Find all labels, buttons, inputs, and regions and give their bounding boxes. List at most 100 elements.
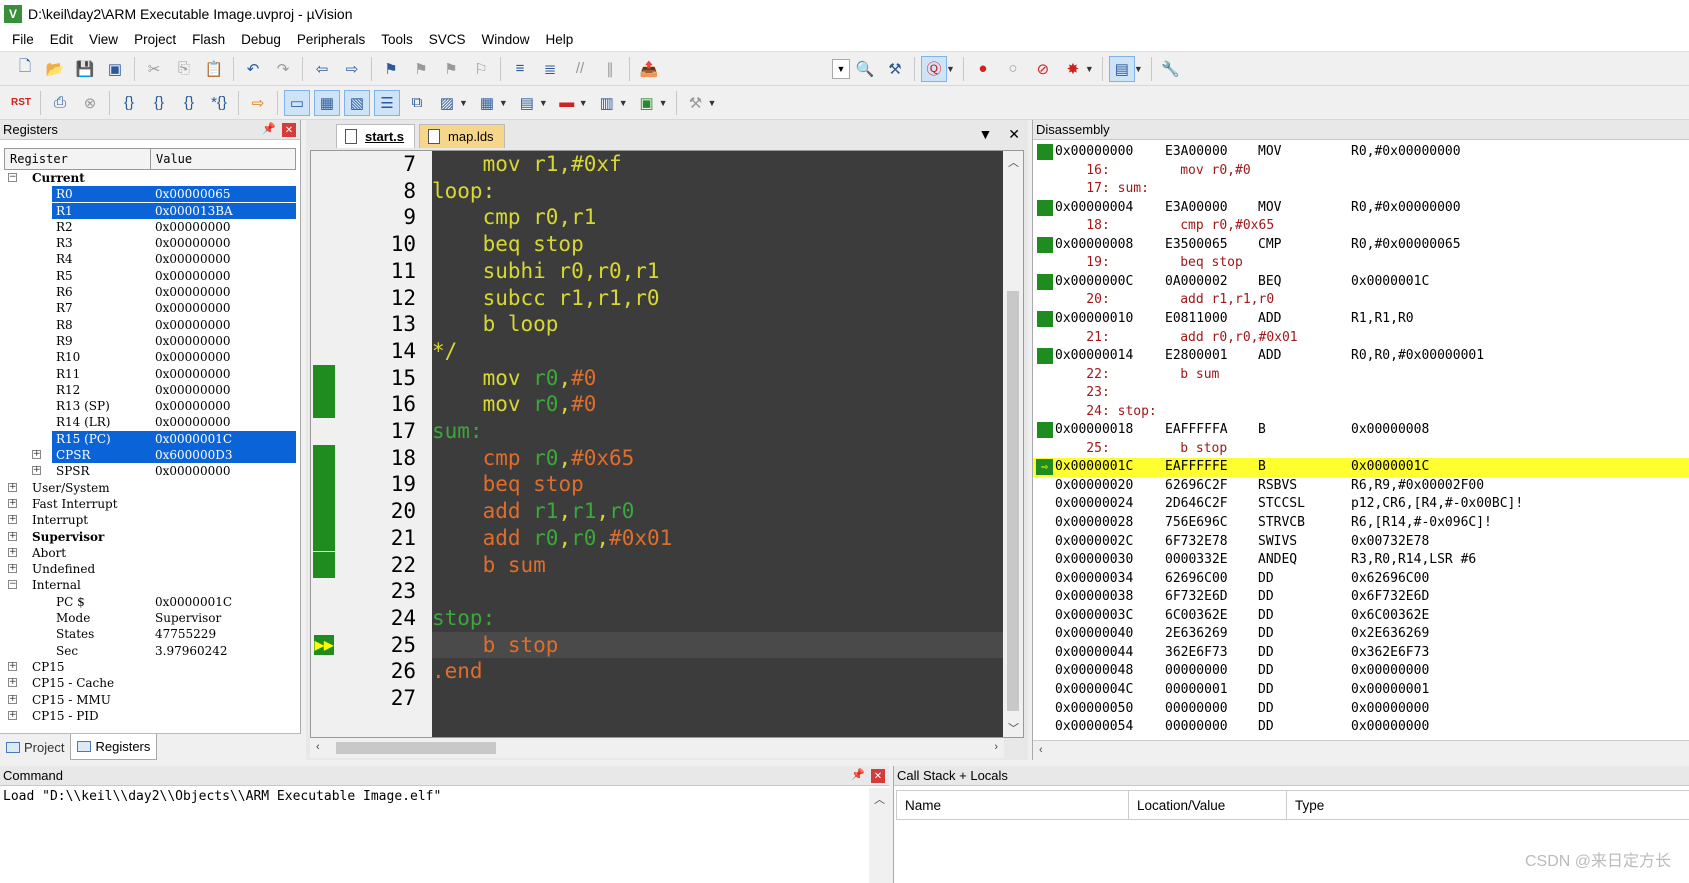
dropdown-arrow-icon[interactable]: ▼ — [579, 98, 588, 108]
scroll-left-icon[interactable]: ‹ — [316, 741, 320, 753]
menu-flash[interactable]: Flash — [184, 32, 233, 47]
register-row[interactable]: R1 0x000013BA — [4, 202, 296, 219]
comment-icon[interactable]: // — [567, 56, 593, 82]
disassembly-horizontal-scrollbar[interactable]: ‹ — [1033, 740, 1689, 760]
dropdown-arrow-icon[interactable]: ▼ — [539, 98, 548, 108]
register-value[interactable]: 0x000013BA — [155, 203, 233, 219]
code-line[interactable]: beq stop — [432, 231, 1003, 258]
register-value[interactable]: 0x00000000 — [155, 463, 230, 479]
editor-horizontal-scrollbar[interactable]: ‹ › — [310, 738, 1004, 758]
code-line[interactable]: b loop — [432, 311, 1003, 338]
pin-icon[interactable]: 📌 — [262, 122, 276, 135]
serial-windows-icon[interactable]: ▤ — [514, 90, 540, 116]
clear-bookmarks-icon[interactable]: ⚐ — [468, 56, 494, 82]
register-row[interactable]: R14 (LR) 0x00000000 — [4, 414, 296, 430]
register-value[interactable]: 0x00000000 — [155, 284, 230, 300]
code-line[interactable]: cmp r0,#0x65 — [432, 445, 1003, 472]
code-line[interactable]: beq stop — [432, 471, 1003, 498]
dropdown-arrow-icon[interactable]: ▼ — [708, 98, 717, 108]
register-row[interactable]: − Internal — [4, 577, 296, 593]
tab-list-dropdown-icon[interactable]: ▼ — [979, 126, 993, 142]
symbols-window-icon[interactable]: ▧ — [344, 89, 370, 116]
register-value[interactable]: 0x00000000 — [155, 317, 230, 333]
register-row[interactable]: R10 0x00000000 — [4, 349, 296, 365]
register-row[interactable]: + Abort — [4, 545, 296, 561]
scroll-thumb[interactable] — [1007, 291, 1019, 711]
dropdown-arrow-icon[interactable]: ▼ — [459, 98, 468, 108]
collapse-icon[interactable]: − — [8, 173, 17, 182]
menu-window[interactable]: Window — [473, 32, 537, 47]
kill-all-breakpoints-icon[interactable]: ✸ — [1060, 56, 1086, 82]
register-row[interactable]: R6 0x00000000 — [4, 284, 296, 300]
register-row[interactable]: R12 0x00000000 — [4, 382, 296, 398]
expand-icon[interactable]: + — [8, 661, 17, 671]
register-row[interactable]: + Fast Interrupt — [4, 496, 296, 512]
expand-icon[interactable]: + — [8, 694, 17, 704]
disassembly-instruction-row[interactable]: 0x0000000C 0A000002 BEQ 0x0000001C — [1033, 273, 1689, 292]
code-line[interactable]: mov r0,#0 — [432, 391, 1003, 418]
uncomment-icon[interactable]: ∥ — [597, 56, 623, 82]
disassembly-source-line[interactable]: 20: add r1,r1,r0 — [1033, 291, 1689, 310]
register-row[interactable]: + CP15 - PID — [4, 708, 296, 724]
disassembly-source-line[interactable]: 21: add r0,r0,#0x01 — [1033, 329, 1689, 348]
register-row[interactable]: R4 0x00000000 — [4, 251, 296, 267]
register-row[interactable]: + CP15 - MMU — [4, 692, 296, 708]
register-value[interactable]: 0x00000000 — [155, 235, 230, 251]
expand-icon[interactable]: + — [8, 482, 17, 492]
code-line[interactable]: add r0,r0,#0x01 — [432, 525, 1003, 552]
register-value[interactable]: 0x00000000 — [155, 251, 230, 267]
disassembly-instruction-row[interactable]: 0x00000028 756E696C STRVCB R6,[R14,#-0x096C… — [1033, 514, 1689, 533]
register-value[interactable]: 0x00000000 — [155, 366, 230, 382]
disassembly-instruction-row[interactable]: 0x0000004C 00000001 DD 0x00000001 — [1033, 681, 1689, 700]
memory-windows-icon[interactable]: ▦ — [474, 90, 500, 116]
expand-icon[interactable]: + — [8, 678, 17, 688]
expand-icon[interactable]: + — [32, 466, 41, 476]
find-combo-dropdown[interactable]: ▼ — [832, 58, 850, 79]
dropdown-arrow-icon[interactable]: ▼ — [1085, 64, 1094, 74]
open-folder-icon[interactable]: 📂 — [42, 56, 68, 82]
scroll-thumb[interactable] — [336, 742, 496, 754]
prev-bookmark-icon[interactable]: ⚑ — [408, 56, 434, 82]
tab-project[interactable]: Project — [0, 734, 70, 760]
system-viewer-icon[interactable]: ▣ — [634, 90, 660, 116]
code-line[interactable]: loop: — [432, 178, 1003, 205]
disassembly-instruction-row[interactable]: 0x00000054 00000000 DD 0x00000000 — [1033, 718, 1689, 737]
expand-icon[interactable]: + — [8, 498, 17, 508]
step-over-icon[interactable]: {} — [146, 90, 172, 116]
trace-windows-icon[interactable]: ▥ — [594, 90, 620, 116]
dropdown-arrow-icon[interactable]: ▼ — [1134, 64, 1143, 74]
location-value-column[interactable]: Location/Value — [1129, 791, 1287, 819]
code-line[interactable]: mov r1,#0xf — [432, 151, 1003, 178]
code-line[interactable]: cmp r0,r1 — [432, 204, 1003, 231]
expand-icon[interactable]: + — [8, 564, 17, 574]
register-row[interactable]: + SPSR 0x00000000 — [4, 463, 296, 479]
bookmark-icon[interactable]: ⚑ — [378, 56, 404, 82]
code-line[interactable] — [432, 578, 1003, 605]
scroll-down-icon[interactable]: ﹀ — [1008, 720, 1019, 736]
register-value[interactable]: 0x00000000 — [155, 219, 230, 235]
menu-peripherals[interactable]: Peripherals — [289, 32, 373, 47]
analysis-windows-icon[interactable]: ▬ — [554, 90, 580, 116]
tab-registers[interactable]: Registers — [70, 734, 158, 760]
disassembly-instruction-row[interactable]: 0x00000000 E3A00000 MOV R0,#0x00000000 — [1033, 143, 1689, 162]
register-row[interactable]: R7 0x00000000 — [4, 300, 296, 316]
register-row[interactable]: + User/System — [4, 480, 296, 496]
dropdown-arrow-icon[interactable]: ▼ — [946, 64, 955, 74]
disassembly-instruction-row[interactable]: 0x00000040 2E636269 DD 0x2E636269 — [1033, 625, 1689, 644]
register-row[interactable]: + Undefined — [4, 561, 296, 577]
code-area[interactable]: mov r1,#0xf loop: cmp r0,r1 beq stop subh… — [432, 151, 1003, 737]
register-value[interactable]: 0x0000001C — [155, 594, 232, 610]
menu-file[interactable]: File — [4, 32, 42, 47]
disassembly-instruction-row[interactable]: 0x00000018 EAFFFFFA B 0x00000008 — [1033, 421, 1689, 440]
disassembly-instruction-row[interactable]: ⇨ 0x0000001C EAFFFFFE B 0x0000001C — [1033, 458, 1689, 477]
stop-icon[interactable]: ⊗ — [77, 90, 103, 116]
cut-icon[interactable]: ✂ — [141, 56, 167, 82]
name-column[interactable]: Name — [897, 791, 1129, 819]
scroll-up-icon[interactable]: ︿ — [874, 791, 885, 807]
save-all-icon[interactable]: ▣ — [102, 56, 128, 82]
window-layout-icon[interactable]: ▤ — [1108, 55, 1135, 82]
type-column[interactable]: Type — [1287, 791, 1689, 819]
disassembly-instruction-row[interactable]: 0x00000048 00000000 DD 0x00000000 — [1033, 662, 1689, 681]
code-line[interactable] — [432, 685, 1003, 712]
register-row[interactable]: + Supervisor — [4, 529, 296, 545]
